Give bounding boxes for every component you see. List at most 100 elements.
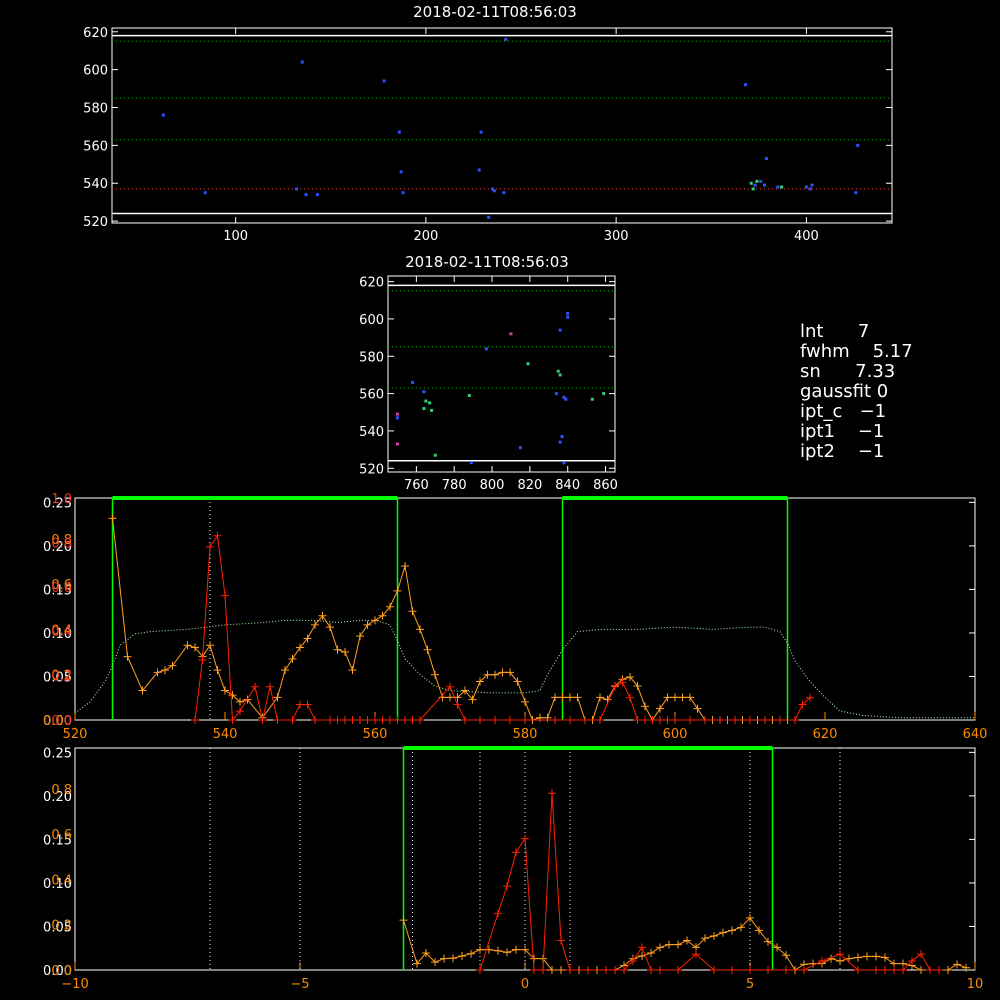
blue-point — [395, 416, 399, 420]
blue-point — [492, 189, 496, 193]
x-tick-label: 10 — [967, 977, 984, 992]
x-tick-label: 100 — [223, 229, 248, 244]
blue-point — [558, 440, 562, 444]
y-tick-label: 600 — [359, 313, 384, 328]
orange-series-marker — [494, 946, 502, 955]
blue-point — [401, 191, 405, 195]
red-series-marker — [701, 716, 709, 724]
top-plot-title: 2018-02-11T08:56:03 — [413, 3, 577, 21]
blue-point — [562, 461, 566, 465]
info-value: 5.17 — [872, 341, 913, 362]
red-series-marker — [251, 682, 259, 691]
orange-series-marker — [656, 704, 664, 713]
orange-series-marker — [168, 661, 177, 670]
info-key: ipt1 — [800, 421, 835, 442]
y-tick-label: 600 — [83, 64, 108, 79]
x-tick-label: 600 — [663, 727, 688, 742]
green-point — [430, 408, 434, 412]
red-series-marker — [764, 966, 772, 974]
red-series-line — [479, 793, 939, 971]
red-series-marker — [596, 716, 604, 724]
blue-point — [502, 191, 506, 195]
orange-series-marker — [596, 693, 604, 702]
green-point — [428, 401, 432, 405]
y-tick-label: 520 — [359, 462, 384, 477]
red-series-marker — [872, 966, 880, 974]
red-series-marker — [273, 716, 282, 724]
blue-point — [382, 79, 386, 83]
orange-series-marker — [674, 940, 682, 949]
x-tick-label: −10 — [61, 977, 88, 992]
info-row-lnt: lnt 7 — [800, 322, 913, 342]
red-series-marker — [633, 716, 642, 724]
red-series-marker — [566, 966, 574, 974]
blue-point — [566, 315, 570, 319]
orange-series-marker — [393, 586, 402, 595]
info-key: sn — [800, 361, 821, 382]
red-series-marker — [656, 966, 664, 974]
blue-point — [856, 143, 860, 147]
middle-scatter-plot: 760 780 800 820 840 860 520 540 560 580 600 620 — [359, 275, 618, 493]
red-series-marker — [917, 950, 925, 959]
y-tick-label-orange: 0.6 — [51, 828, 72, 843]
red-series-marker — [198, 656, 207, 665]
y-tick-label: 580 — [359, 350, 384, 365]
red-series-marker — [638, 943, 646, 952]
blue-point — [397, 130, 401, 134]
blue-point — [753, 183, 757, 187]
green-point — [780, 185, 784, 189]
info-row-fwhm: fwhm 5.17 — [800, 342, 913, 362]
x-tick-label: 200 — [413, 229, 438, 244]
blue-point — [810, 183, 814, 187]
orange-series-marker — [221, 686, 229, 695]
orange-series-marker — [683, 936, 691, 945]
red-series-marker — [378, 716, 387, 724]
blue-point — [764, 157, 768, 161]
orange-series-marker — [431, 670, 439, 679]
y-tick-label-red: 0.0 — [51, 714, 72, 729]
red-series-marker — [521, 834, 529, 843]
orange-series-marker — [281, 666, 289, 675]
red-series-marker — [890, 966, 898, 974]
red-series-marker — [506, 716, 514, 724]
green-point — [433, 453, 437, 457]
red-series-marker — [512, 848, 520, 857]
orange-series-marker — [512, 945, 520, 954]
orange-series-marker — [108, 514, 117, 523]
y-tick-label: 560 — [359, 388, 384, 403]
orange-series-marker — [399, 916, 408, 925]
info-row-ipt-c: ipt_c −1 — [800, 402, 913, 422]
spectrum-plot: 520 540 560 580 600 620 6400.000.050.100.150.2… — [43, 492, 987, 742]
red-series-marker — [791, 716, 799, 724]
orange-series-marker — [647, 949, 655, 958]
x-tick-label: 560 — [363, 727, 388, 742]
red-series-marker — [288, 716, 297, 724]
red-series-marker — [341, 716, 349, 724]
orange-series-marker — [917, 966, 925, 974]
orange-series-marker — [872, 952, 880, 961]
y-tick-label-white: 0.25 — [43, 746, 72, 761]
blue-point — [560, 435, 564, 439]
red-series-marker — [453, 700, 462, 709]
info-value: −1 — [859, 401, 887, 422]
green-point — [422, 407, 426, 411]
magenta-point — [395, 442, 399, 446]
orange-series-marker — [536, 713, 544, 722]
x-tick-label: 760 — [404, 478, 429, 493]
red-series-marker — [584, 966, 592, 974]
orange-series-marker — [566, 693, 574, 702]
red-series-marker — [266, 682, 274, 691]
red-series-marker — [333, 716, 342, 724]
red-series-marker — [386, 716, 394, 724]
orange-series-marker — [356, 632, 364, 641]
red-series-marker — [356, 716, 364, 724]
red-series-marker — [761, 716, 769, 724]
blue-point — [304, 193, 308, 197]
x-tick-label: 800 — [480, 478, 505, 493]
red-series-marker — [746, 966, 754, 974]
red-series-marker — [800, 966, 808, 974]
orange-series-marker — [348, 666, 357, 675]
orange-series-marker — [401, 561, 409, 570]
orange-series-marker — [665, 940, 673, 949]
orange-series-marker — [213, 666, 222, 675]
